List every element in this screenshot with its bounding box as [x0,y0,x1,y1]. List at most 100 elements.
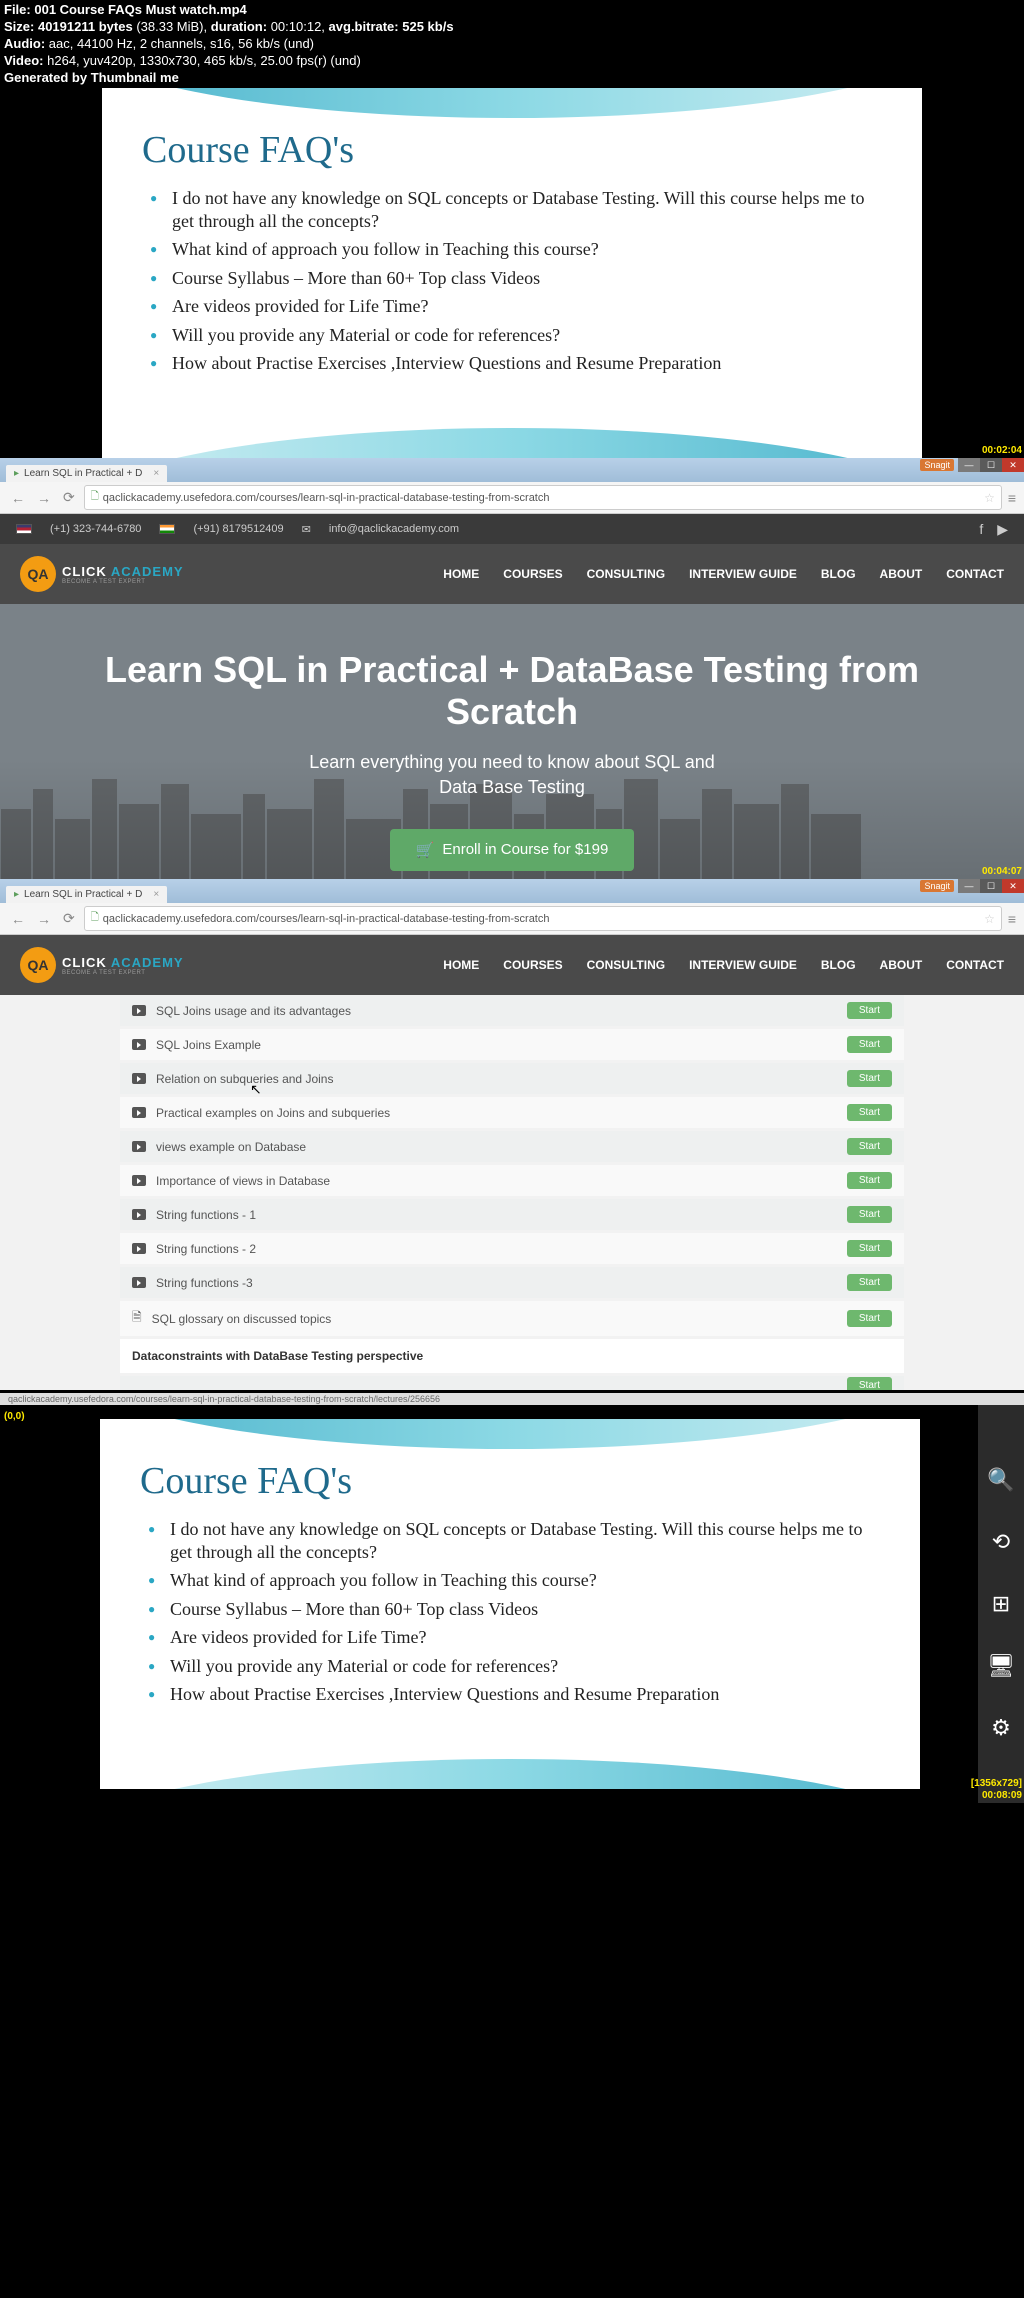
browser-window-hero: Snagit — ☐ ✕ ▸Learn SQL in Practical + D… [0,458,1024,879]
timestamp: 00:02:04 [982,445,1022,456]
window-close-button[interactable]: ✕ [1002,458,1024,472]
coords-bottom-right: [1356x729] [971,1778,1022,1789]
nav-blog[interactable]: BLOG [821,958,856,972]
start-icon[interactable]: ⊞ [992,1591,1010,1617]
site-nav: QA CLICK ACADEMYBECOME A TEST EXPERT HOM… [0,935,1024,995]
devices-icon[interactable]: 🖥 [987,1653,1015,1679]
hero-title: Learn SQL in Practical + DataBase Testin… [105,649,919,732]
nav-contact[interactable]: CONTACT [946,958,1004,972]
start-button[interactable]: Start [847,1377,892,1391]
start-button[interactable]: Start [847,1172,892,1189]
reload-button[interactable]: ⟳ [60,489,78,506]
lecture-row[interactable]: String functions - 1Start [120,1199,904,1230]
snagit-badge: Snagit [920,459,954,471]
browser-chrome: Snagit — ☐ ✕ ▸Learn SQL in Practical + D… [0,879,1024,935]
faq-item: Will you provide any Material or code fo… [172,324,882,347]
browser-tab[interactable]: ▸Learn SQL in Practical + D× [6,465,167,482]
lecture-row[interactable]: Relation on subqueries and JoinsStart↖ [120,1063,904,1094]
play-icon [132,1107,146,1118]
faq-slide: Course FAQ's I do not have any knowledge… [102,88,922,458]
logo[interactable]: QA CLICK ACADEMYBECOME A TEST EXPERT [20,556,184,592]
faq-item: Are videos provided for Life Time? [172,295,882,318]
window-maximize-button[interactable]: ☐ [980,879,1002,893]
chrome-menu-icon[interactable]: ≡ [1008,490,1016,506]
back-button[interactable]: ← [8,911,28,927]
forward-button[interactable]: → [34,490,54,506]
nav-consulting[interactable]: CONSULTING [587,958,665,972]
window-minimize-button[interactable]: — [958,458,980,472]
hero-section: Learn SQL in Practical + DataBase Testin… [0,604,1024,879]
browser-chrome: Snagit — ☐ ✕ ▸Learn SQL in Practical + D… [0,458,1024,514]
start-button[interactable]: Start [847,1002,892,1019]
share-icon[interactable]: ⟲ [992,1529,1010,1555]
browser-tab[interactable]: ▸Learn SQL in Practical + D× [6,886,167,903]
window-close-button[interactable]: ✕ [1002,879,1024,893]
faq-slide: Course FAQ's I do not have any knowledge… [100,1419,920,1789]
nav-interview-guide[interactable]: INTERVIEW GUIDE [689,567,797,581]
facebook-icon[interactable]: f [979,521,983,538]
nav-contact[interactable]: CONTACT [946,567,1004,581]
forward-button[interactable]: → [34,911,54,927]
back-button[interactable]: ← [8,490,28,506]
lecture-row[interactable]: views example on DatabaseStart [120,1131,904,1162]
faq-title: Course FAQ's [140,1459,880,1503]
nav-about[interactable]: ABOUT [880,567,923,581]
play-icon [132,1175,146,1186]
flag-in-icon [159,524,175,534]
start-button[interactable]: Start [847,1310,892,1327]
windows-charms-bar: 🔍 ⟲ ⊞ 🖥 ⚙ [978,1405,1024,1803]
reload-button[interactable]: ⟳ [60,910,78,927]
faq-item: Course Syllabus – More than 60+ Top clas… [170,1598,880,1621]
envelope-icon: ✉ [302,523,311,536]
nav-blog[interactable]: BLOG [821,567,856,581]
logo[interactable]: QA CLICK ACADEMYBECOME A TEST EXPERT [20,947,184,983]
nav-courses[interactable]: COURSES [503,567,562,581]
url-input[interactable]: 🗋qaclickacademy.usefedora.com/courses/le… [84,906,1002,931]
window-maximize-button[interactable]: ☐ [980,458,1002,472]
hero-subtitle: Learn everything you need to know about … [309,750,715,800]
timestamp: 00:08:09 [982,1790,1022,1801]
lecture-row[interactable]: String functions -3Start [120,1267,904,1298]
start-button[interactable]: Start [847,1036,892,1053]
start-button[interactable]: Start [847,1104,892,1121]
enroll-button[interactable]: 🛒Enroll in Course for $199 [390,829,635,871]
settings-icon[interactable]: ⚙ [991,1715,1011,1741]
lecture-row[interactable]: String functions - 2Start [120,1233,904,1264]
lecture-row[interactable]: 🗎SQL glossary on discussed topicsStart [120,1301,904,1336]
start-button[interactable]: Start [847,1274,892,1291]
nav-about[interactable]: ABOUT [880,958,923,972]
metadata-header: File: 001 Course FAQs Must watch.mp4 Siz… [0,0,1024,88]
lecture-row[interactable]: SQL Joins usage and its advantagesStart [120,995,904,1026]
lecture-row[interactable]: SQL Joins ExampleStart [120,1029,904,1060]
faq-list: I do not have any knowledge on SQL conce… [140,1518,880,1706]
lecture-row[interactable]: Practical examples on Joins and subqueri… [120,1097,904,1128]
lecture-row[interactable]: Start [120,1376,904,1390]
flag-us-icon [16,524,32,534]
snagit-badge: Snagit [920,880,954,892]
faq-item: What kind of approach you follow in Teac… [172,238,882,261]
start-button[interactable]: Start [847,1138,892,1155]
search-icon[interactable]: 🔍 [987,1467,1014,1493]
lecture-row[interactable]: Importance of views in DatabaseStart [120,1165,904,1196]
document-icon: 🗎 [132,1308,142,1329]
start-button[interactable]: Start [847,1070,892,1087]
nav-home[interactable]: HOME [443,958,479,972]
play-icon [132,1141,146,1152]
nav-courses[interactable]: COURSES [503,958,562,972]
status-bar: qaclickacademy.usefedora.com/courses/lea… [0,1393,1024,1405]
chrome-menu-icon[interactable]: ≡ [1008,911,1016,927]
play-icon [132,1209,146,1220]
start-button[interactable]: Start [847,1240,892,1257]
start-button[interactable]: Start [847,1206,892,1223]
play-icon [132,1243,146,1254]
window-minimize-button[interactable]: — [958,879,980,893]
nav-consulting[interactable]: CONSULTING [587,567,665,581]
nav-home[interactable]: HOME [443,567,479,581]
nav-interview-guide[interactable]: INTERVIEW GUIDE [689,958,797,972]
faq-item: How about Practise Exercises ,Interview … [170,1683,880,1706]
address-bar: ← → ⟳ 🗋qaclickacademy.usefedora.com/cour… [0,482,1024,514]
youtube-icon[interactable]: ▶ [997,521,1008,538]
faq-list: I do not have any knowledge on SQL conce… [142,187,882,375]
play-icon [132,1073,146,1084]
url-input[interactable]: 🗋qaclickacademy.usefedora.com/courses/le… [84,485,1002,510]
